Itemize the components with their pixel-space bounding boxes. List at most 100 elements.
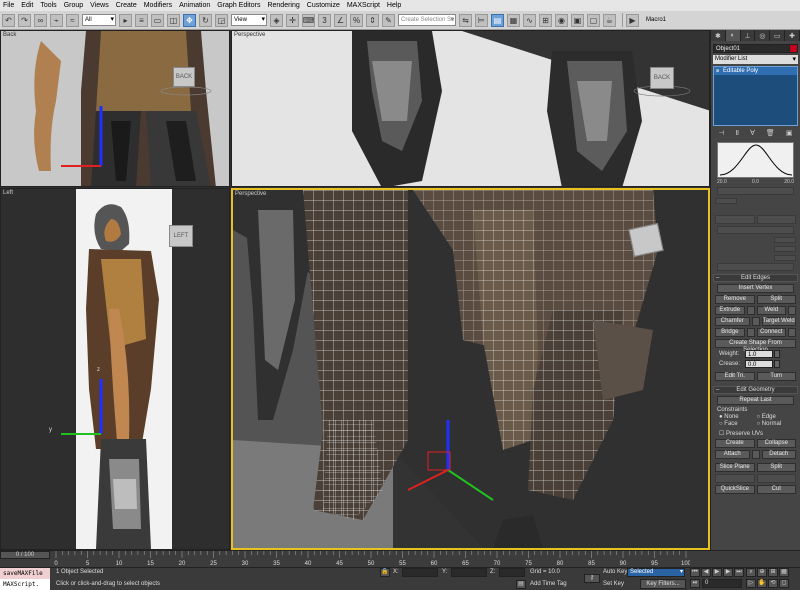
maxscript-listener-line2[interactable]: MAXScript. [0, 579, 50, 590]
attach-settings-button[interactable] [751, 450, 760, 459]
select-rotate-icon[interactable]: ↻ [199, 13, 212, 27]
viewport-perspective-active[interactable]: Perspective [231, 188, 710, 550]
edit-edges-rollout[interactable]: Edit Edges [713, 274, 798, 282]
pivot-center-icon[interactable]: ◈ [270, 13, 283, 27]
select-move-icon[interactable]: ✥ [183, 13, 196, 27]
viewport-label-left[interactable]: Left [3, 190, 13, 196]
align-icon[interactable]: ⊨ [475, 13, 488, 27]
constraint-edge-radio[interactable]: ○ Edge [757, 414, 795, 420]
menu-edit[interactable]: Edit [21, 0, 33, 11]
create-button[interactable]: Create [715, 439, 755, 448]
object-color-swatch[interactable] [789, 44, 798, 53]
menu-graph-editors[interactable]: Graph Editors [217, 0, 260, 11]
link-icon[interactable]: ∞ [34, 13, 47, 27]
split-edge-button[interactable]: Split [756, 295, 796, 304]
constraint-face-radio[interactable]: ○ Face [719, 421, 757, 427]
insert-vertex-button[interactable]: Insert Vertex [717, 284, 794, 293]
rendered-frame-icon[interactable]: ▢ [587, 13, 600, 27]
key-mode-dropdown[interactable]: Selected [627, 568, 685, 577]
fov-icon[interactable]: ▷ [746, 579, 756, 588]
pan-icon[interactable]: ✋ [757, 579, 767, 588]
repeat-last-button[interactable]: Repeat Last [717, 396, 794, 405]
undo-icon[interactable]: ↶ [2, 13, 15, 27]
render-production-icon[interactable]: ☕ [603, 13, 616, 27]
viewcube-left[interactable]: LEFT [169, 225, 193, 247]
edit-tri-button[interactable]: Edit Tri. [715, 372, 755, 381]
viewport-left[interactable]: Left y z LEFT [0, 188, 230, 550]
bridge-button[interactable]: Bridge [715, 328, 745, 337]
current-frame-field[interactable]: 0 [702, 579, 742, 588]
make-unique-icon[interactable]: ∀ [750, 129, 755, 138]
split-geometry-button[interactable]: Split [756, 463, 796, 472]
viewcube-back[interactable]: BACK [173, 67, 195, 87]
menu-help[interactable]: Help [387, 0, 401, 11]
goto-end-icon[interactable]: ⏭ [734, 568, 744, 577]
hierarchy-tab-icon[interactable]: ⊥ [741, 30, 756, 41]
time-tag-icon[interactable]: ▤ [516, 580, 526, 589]
crease-spinner-arrows[interactable] [774, 360, 780, 368]
redo-icon[interactable]: ↷ [18, 13, 31, 27]
reference-coordinate-dropdown[interactable]: View [231, 14, 267, 26]
create-tab-icon[interactable]: ✱ [711, 30, 726, 41]
extrude-button[interactable]: Extrude [715, 306, 745, 315]
layer-manager-icon[interactable]: ▤ [491, 13, 504, 27]
viewport-label-back[interactable]: Back [3, 32, 16, 38]
target-weld-button[interactable]: Target Weld [761, 317, 796, 326]
macro-label[interactable]: Macro1 [646, 17, 666, 23]
snap-toggle-icon[interactable]: 3 [318, 13, 331, 27]
angle-snap-icon[interactable]: ∠ [334, 13, 347, 27]
menu-views[interactable]: Views [90, 0, 109, 11]
connect-settings-button[interactable] [788, 328, 796, 337]
material-editor-icon[interactable]: ◉ [555, 13, 568, 27]
menu-animation[interactable]: Animation [179, 0, 210, 11]
chamfer-settings-button[interactable] [751, 317, 760, 326]
maxscript-listener-line1[interactable]: saveMAXFile [0, 568, 50, 579]
edit-named-selections-icon[interactable]: ✎ [382, 13, 395, 27]
pin-stack-icon[interactable]: ⊣ [719, 129, 725, 138]
select-manipulate-icon[interactable]: ✛ [286, 13, 299, 27]
unlink-icon[interactable]: ⌁ [50, 13, 63, 27]
orbit-icon[interactable]: ⟲ [768, 579, 778, 588]
timeline-ruler[interactable]: 0 5 10 15 20 25 30 35 40 45 50 55 60 65 70 75 80 85 90 95 10… [50, 551, 690, 568]
connect-button[interactable]: Connect [756, 328, 786, 337]
z-coordinate-field[interactable] [499, 568, 525, 577]
play-icon[interactable]: ▶ [712, 568, 722, 577]
menu-file[interactable]: File [3, 0, 14, 11]
weight-input[interactable]: 1.0 [745, 350, 773, 358]
lock-selection-icon[interactable]: 🔒 [380, 568, 390, 577]
create-shape-button[interactable]: Create Shape From Selection [715, 339, 796, 353]
configure-sets-icon[interactable]: ▣ [786, 129, 793, 138]
menu-modifiers[interactable]: Modifiers [144, 0, 172, 11]
turn-button[interactable]: Turn [756, 372, 796, 381]
detach-button[interactable]: Detach [761, 450, 796, 459]
slice-plane-button[interactable]: Slice Plane [715, 463, 755, 472]
zoom-icon[interactable]: ⌕ [746, 568, 756, 577]
select-scale-icon[interactable]: ◲ [215, 13, 228, 27]
motion-tab-icon[interactable]: ◎ [755, 30, 771, 41]
stack-item-editable-poly[interactable]: Editable Poly [714, 67, 797, 75]
curve-editor-icon[interactable]: ∿ [523, 13, 536, 27]
goto-start-icon[interactable]: ⏮ [690, 568, 700, 577]
percent-snap-icon[interactable]: % [350, 13, 363, 27]
next-frame-icon[interactable]: ▶ [723, 568, 733, 577]
menu-rendering[interactable]: Rendering [267, 0, 299, 11]
key-filters-button[interactable]: Key Filters... [640, 579, 686, 589]
select-object-icon[interactable]: ▸ [119, 13, 132, 27]
add-time-tag[interactable]: Add Time Tag [530, 581, 567, 587]
object-name-field[interactable]: Object01 [713, 44, 798, 53]
constraint-none-radio[interactable]: ● None [719, 414, 757, 420]
selection-filter-dropdown[interactable]: All [82, 14, 116, 26]
menu-maxscript[interactable]: MAXScript [347, 0, 380, 11]
mirror-icon[interactable]: ⇋ [459, 13, 472, 27]
chamfer-button[interactable]: Chamfer [715, 317, 750, 326]
auto-key-button[interactable]: Auto Key [603, 569, 627, 575]
display-tab-icon[interactable]: ▭ [770, 30, 786, 41]
menu-create[interactable]: Create [116, 0, 137, 11]
weld-button[interactable]: Weld [756, 306, 786, 315]
named-selection-sets-field[interactable]: Create Selection Se [398, 14, 456, 26]
select-by-name-icon[interactable]: ≡ [135, 13, 148, 27]
crease-input[interactable]: 0.0 [745, 360, 773, 368]
viewport-perspective-top[interactable]: Perspective BACK [231, 30, 710, 187]
menu-group[interactable]: Group [64, 0, 83, 11]
attach-button[interactable]: Attach [715, 450, 750, 459]
